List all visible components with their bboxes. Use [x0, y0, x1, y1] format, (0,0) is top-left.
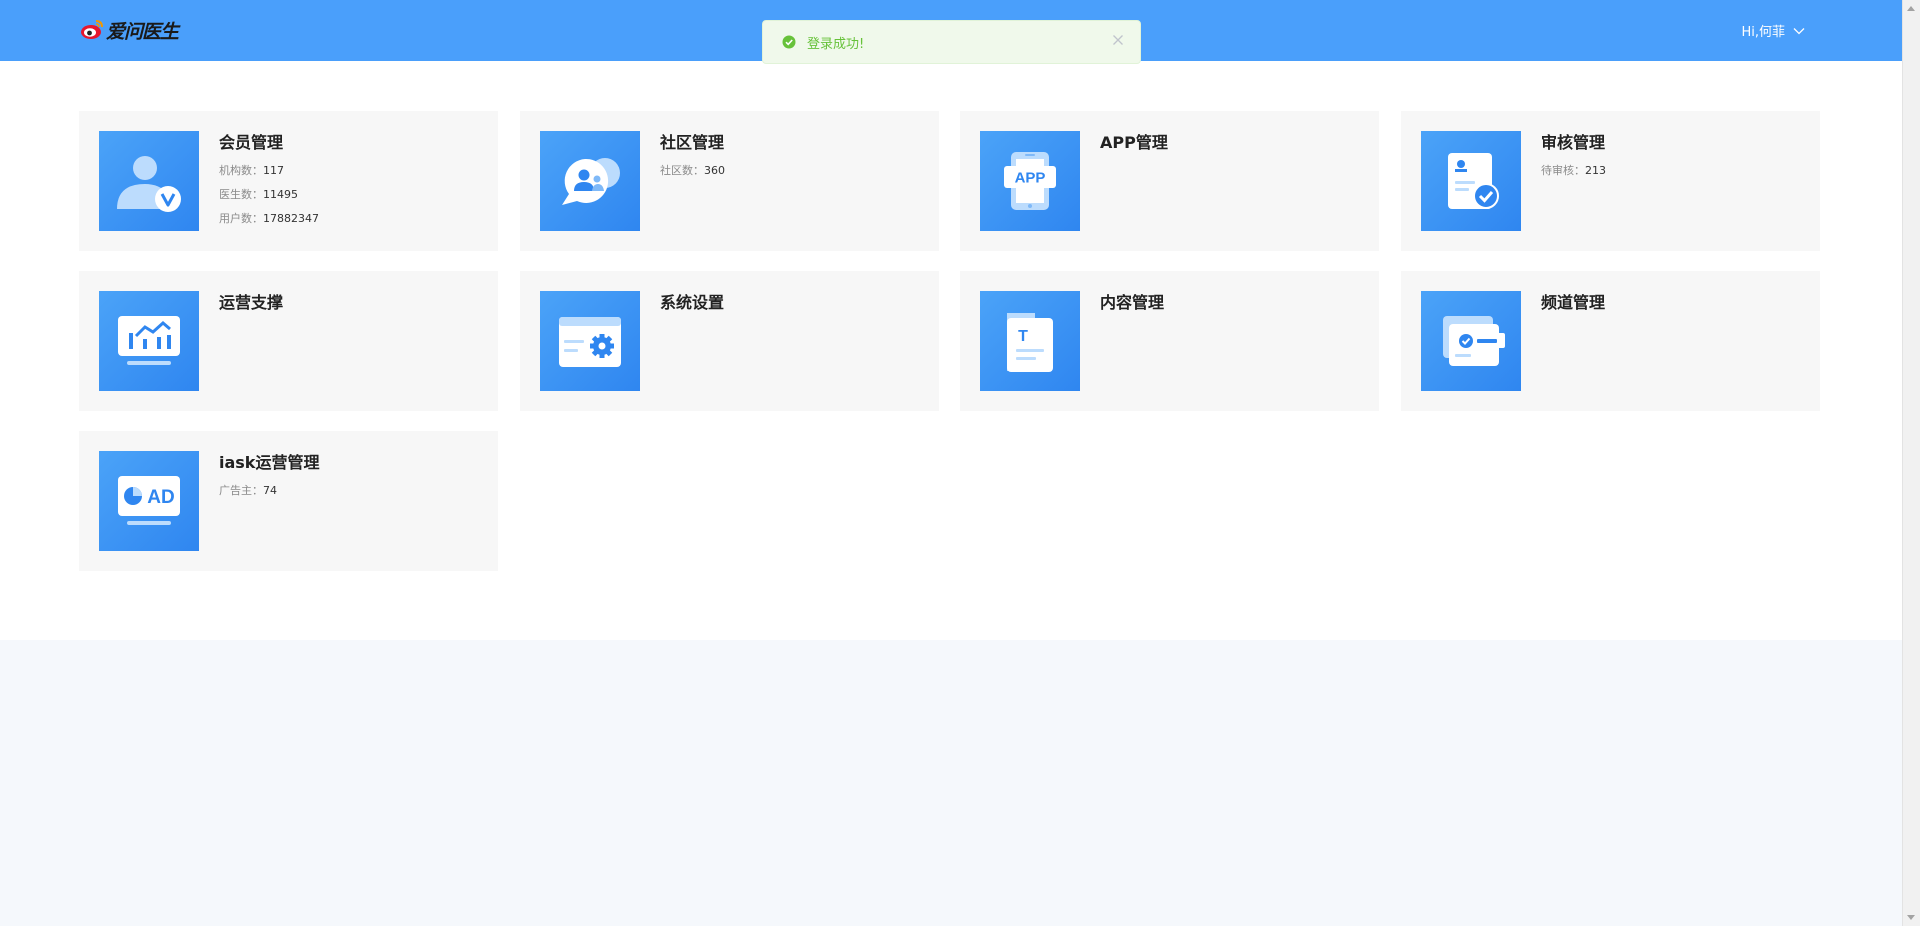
member-icon	[99, 131, 199, 231]
card-title: 社区管理	[660, 133, 725, 152]
card-audit-management[interactable]: 审核管理 待审核： 213	[1401, 111, 1820, 251]
toast-message: 登录成功!	[807, 36, 865, 52]
stat-label: 医生数：	[219, 188, 263, 201]
stat-users: 用户数： 17882347	[219, 207, 319, 231]
card-title: iask运营管理	[219, 453, 320, 472]
card-stats: 社区数： 360	[660, 159, 725, 183]
stat-label: 待审核：	[1541, 164, 1585, 177]
stat-value: 117	[263, 164, 284, 177]
card-operations-support[interactable]: 运营支撑	[79, 271, 498, 411]
operations-chart-icon	[99, 291, 199, 391]
logo[interactable]: 爱问医生	[80, 17, 179, 43]
card-stats: 广告主： 74	[219, 479, 277, 503]
app-icon-text: APP	[1015, 170, 1046, 187]
card-channel-management[interactable]: 频道管理	[1401, 271, 1820, 411]
stat-communities: 社区数： 360	[660, 159, 725, 183]
card-title: 系统设置	[660, 293, 725, 312]
success-toast: 登录成功!	[762, 20, 1141, 64]
stat-label: 广告主：	[219, 484, 263, 497]
content-document-icon: T	[980, 291, 1080, 391]
ad-icon-text: AD	[147, 487, 174, 508]
settings-gear-icon	[540, 291, 640, 391]
stat-advertisers: 广告主： 74	[219, 479, 277, 503]
card-community-management[interactable]: 社区管理 社区数： 360	[520, 111, 939, 251]
close-icon[interactable]	[1111, 33, 1125, 47]
card-title: 内容管理	[1100, 293, 1165, 312]
stat-value: 213	[1585, 164, 1606, 177]
weibo-logo-icon	[81, 20, 103, 39]
scroll-up-arrow-icon[interactable]	[1907, 6, 1915, 11]
stat-value: 11495	[263, 188, 298, 201]
ad-icon: AD	[99, 451, 199, 551]
logo-text: 爱问医生	[106, 20, 179, 43]
stat-value: 74	[263, 484, 277, 497]
channel-card-icon	[1421, 291, 1521, 391]
stat-institutions: 机构数： 117	[219, 159, 319, 183]
stat-doctors: 医生数： 11495	[219, 183, 319, 207]
content-icon-text: T	[1018, 328, 1028, 345]
user-menu[interactable]: Hi,何菲	[1741, 21, 1805, 40]
app-phone-icon: APP	[980, 131, 1080, 231]
card-stats: 机构数： 117 医生数： 11495 用户数： 17882347	[219, 159, 319, 231]
stat-label: 用户数：	[219, 212, 263, 225]
check-circle-icon	[782, 35, 796, 49]
card-content-management[interactable]: T 内容管理	[960, 271, 1379, 411]
card-member-management[interactable]: 会员管理 机构数： 117 医生数： 11495 用户数： 17882347	[79, 111, 498, 251]
community-chat-icon	[540, 131, 640, 231]
card-title: 运营支撑	[219, 293, 284, 312]
stat-label: 机构数：	[219, 164, 263, 177]
card-title: APP管理	[1100, 133, 1168, 152]
card-system-settings[interactable]: 系统设置	[520, 271, 939, 411]
scroll-down-arrow-icon[interactable]	[1907, 915, 1915, 920]
chevron-down-icon	[1793, 27, 1805, 34]
stat-value: 360	[704, 164, 725, 177]
vertical-scrollbar[interactable]	[1902, 0, 1920, 926]
stat-value: 17882347	[263, 212, 319, 225]
card-app-management[interactable]: APP APP管理	[960, 111, 1379, 251]
user-greeting: Hi,何菲	[1741, 25, 1785, 40]
card-iask-operations[interactable]: AD iask运营管理 广告主： 74	[79, 431, 498, 571]
card-title: 频道管理	[1541, 293, 1606, 312]
audit-document-icon	[1421, 131, 1521, 231]
dashboard-main: 会员管理 机构数： 117 医生数： 11495 用户数： 17882347 社…	[0, 61, 1903, 640]
card-title: 审核管理	[1541, 133, 1606, 152]
card-stats: 待审核： 213	[1541, 159, 1606, 183]
stat-label: 社区数：	[660, 164, 704, 177]
card-title: 会员管理	[219, 133, 284, 152]
stat-pending-review: 待审核： 213	[1541, 159, 1606, 183]
